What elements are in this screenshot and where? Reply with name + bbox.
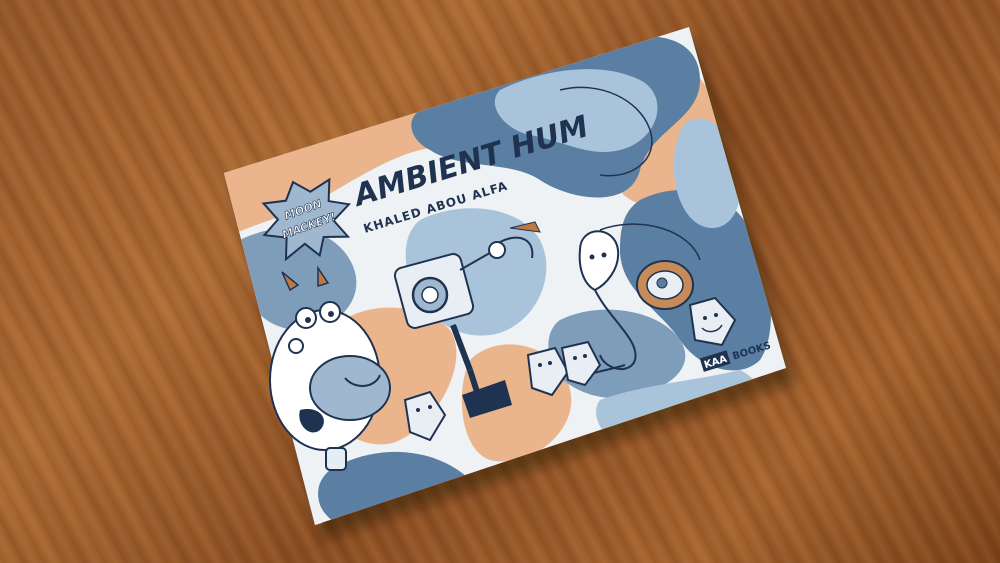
barrel-object [636, 260, 694, 310]
wooden-table-scene: MOON MACKEY! AMBIENT HUM KHALED ABOU ALF… [0, 0, 1000, 563]
book-cover: MOON MACKEY! AMBIENT HUM KHALED ABOU ALF… [224, 27, 796, 540]
